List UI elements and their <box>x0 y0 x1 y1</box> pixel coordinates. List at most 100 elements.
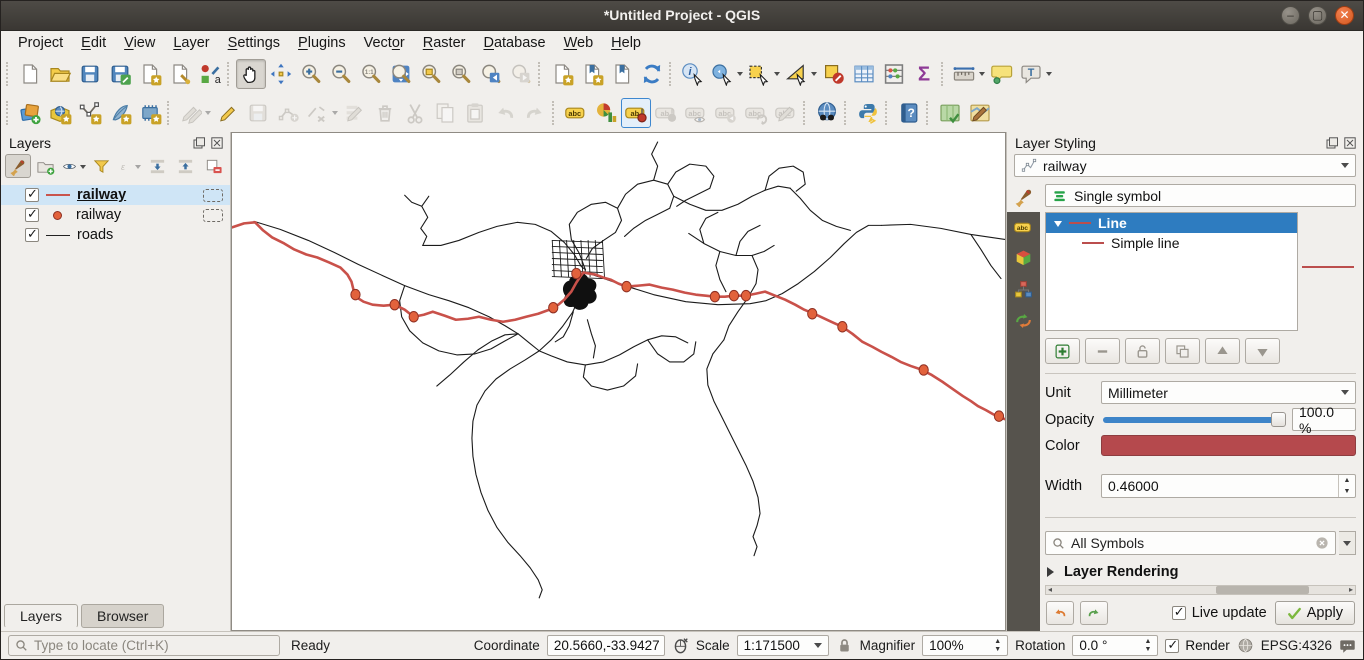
spinner-arrows[interactable]: ▲▼ <box>994 638 1001 654</box>
close-button[interactable]: ✕ <box>1335 6 1354 25</box>
change-label-button[interactable]: abc <box>771 98 801 128</box>
close-panel-icon[interactable] <box>1343 136 1357 150</box>
add-group-button[interactable] <box>33 154 59 178</box>
symbol-node-simple-line[interactable]: Simple line <box>1046 233 1297 253</box>
crs-globe-icon[interactable] <box>1237 637 1254 654</box>
extents-toggle-icon[interactable] <box>672 637 689 654</box>
menu-help[interactable]: Help <box>602 34 650 52</box>
opacity-value-field[interactable]: 100.0 % <box>1292 408 1356 431</box>
stats-abacus-button[interactable] <box>879 59 909 89</box>
text-annotation-button[interactable]: T <box>1017 59 1054 89</box>
layer-visibility-checkbox[interactable] <box>25 188 39 202</box>
menu-settings[interactable]: Settings <box>219 34 289 52</box>
layer-item-roads[interactable]: roads <box>1 225 230 245</box>
rotation-spinbox[interactable]: 0.0 ° ▲▼ <box>1072 635 1158 656</box>
dropdown-arrow-icon[interactable] <box>205 111 211 118</box>
layer-item-railway[interactable]: railway <box>1 185 230 205</box>
redo-button[interactable] <box>520 98 550 128</box>
help-contents-button[interactable]: ? <box>894 98 924 128</box>
data-source-manager-button[interactable] <box>15 98 45 128</box>
pin-labels-button[interactable]: ab <box>621 98 651 128</box>
select-poly-button[interactable] <box>782 59 819 89</box>
zoom-native-button[interactable]: 1:1 <box>356 59 386 89</box>
menu-vector[interactable]: Vector <box>355 34 414 52</box>
new-bookmark-button[interactable] <box>547 59 577 89</box>
actions-button[interactable] <box>708 59 745 89</box>
layer-item-railway[interactable]: railway <box>1 205 230 225</box>
opacity-slider[interactable] <box>1103 417 1284 423</box>
plugin-edit-button[interactable] <box>965 98 995 128</box>
paste-button[interactable] <box>460 98 490 128</box>
clear-filter-icon[interactable] <box>1315 536 1329 550</box>
menu-plugins[interactable]: Plugins <box>289 34 355 52</box>
apply-button[interactable]: Apply <box>1275 601 1355 625</box>
tab-browser[interactable]: Browser <box>81 604 164 628</box>
checkbox-icon[interactable] <box>1165 639 1179 653</box>
unpin-labels-button[interactable]: ab <box>651 98 681 128</box>
plugin-check-button[interactable] <box>935 98 965 128</box>
styling-tab-symbology[interactable] <box>1007 181 1040 212</box>
new-virtual-button[interactable] <box>135 98 165 128</box>
new-shapefile-button[interactable] <box>75 98 105 128</box>
dropdown-arrow-icon[interactable] <box>332 111 338 118</box>
float-panel-icon[interactable] <box>192 136 206 150</box>
width-spinbox[interactable]: 0.46000 ▲▼ <box>1101 474 1356 498</box>
copy-button[interactable] <box>430 98 460 128</box>
label-options-button[interactable]: abc <box>561 98 591 128</box>
move-label-button[interactable]: abc <box>711 98 741 128</box>
zoom-to-layer-button[interactable] <box>446 59 476 89</box>
sym-add-button[interactable] <box>1045 338 1080 364</box>
sym-down-button[interactable] <box>1245 338 1280 364</box>
collapse-all-button[interactable] <box>172 154 198 178</box>
new-spatialite-button[interactable] <box>105 98 135 128</box>
layout-manager-button[interactable] <box>165 59 195 89</box>
sym-lock-button[interactable] <box>1125 338 1160 364</box>
layer-visibility-checkbox[interactable] <box>25 228 39 242</box>
symbol-node-line[interactable]: Line <box>1046 213 1297 233</box>
save-button[interactable] <box>75 59 105 89</box>
layer-visibility-checkbox[interactable] <box>25 208 39 222</box>
current-edits-button[interactable] <box>176 98 213 128</box>
zoom-full-button[interactable] <box>386 59 416 89</box>
multiedit-button[interactable] <box>340 98 370 128</box>
styling-tab-labels[interactable]: abc <box>1007 212 1040 243</box>
magnifier-spinbox[interactable]: 100% ▲▼ <box>922 635 1008 656</box>
rotate-label-button[interactable]: abc <box>741 98 771 128</box>
bookmark-flag-button[interactable] <box>607 59 637 89</box>
show-bookmarks-button[interactable] <box>577 59 607 89</box>
undo-style-button[interactable] <box>1046 601 1074 625</box>
redo-style-button[interactable] <box>1080 601 1108 625</box>
map-themes-button[interactable] <box>61 154 87 178</box>
spinner-arrows[interactable]: ▲▼ <box>1338 475 1355 497</box>
digitize-button[interactable] <box>273 98 303 128</box>
zoom-last-button[interactable] <box>476 59 506 89</box>
map-tips-button[interactable] <box>987 59 1017 89</box>
live-update-checkbox[interactable]: Live update <box>1172 605 1267 621</box>
menu-raster[interactable]: Raster <box>414 34 475 52</box>
menu-database[interactable]: Database <box>474 34 554 52</box>
filter-expression-button[interactable]: ε <box>116 154 142 178</box>
dropdown-arrow-icon[interactable] <box>80 165 86 172</box>
close-panel-icon[interactable] <box>210 136 224 150</box>
coordinate-input[interactable]: 20.5660,-33.9427 <box>547 635 665 656</box>
styling-tab-history[interactable] <box>1007 305 1040 336</box>
tab-layers[interactable]: Layers <box>4 604 78 628</box>
deselect-button[interactable] <box>819 59 849 89</box>
dropdown-arrow-icon[interactable] <box>774 72 780 79</box>
diagram-options-button[interactable] <box>591 98 621 128</box>
dropdown-arrow-icon[interactable] <box>811 72 817 79</box>
sym-duplicate-button[interactable] <box>1165 338 1200 364</box>
lock-scale-icon[interactable] <box>836 637 853 654</box>
sigma-button[interactable]: Σ <box>909 59 939 89</box>
zoom-out-button[interactable] <box>326 59 356 89</box>
pan-to-selection-button[interactable] <box>266 59 296 89</box>
style-manager-button[interactable]: a <box>195 59 225 89</box>
dropdown-arrow-icon[interactable] <box>135 165 141 172</box>
metasearch-button[interactable] <box>812 98 842 128</box>
new-project-button[interactable] <box>15 59 45 89</box>
new-geopackage-button[interactable] <box>45 98 75 128</box>
symbols-filter-box[interactable]: All Symbols <box>1045 531 1336 555</box>
identify-button[interactable]: i <box>678 59 708 89</box>
layer-rendering-section[interactable]: Layer Rendering <box>1047 564 1354 580</box>
save-edits-button[interactable] <box>243 98 273 128</box>
